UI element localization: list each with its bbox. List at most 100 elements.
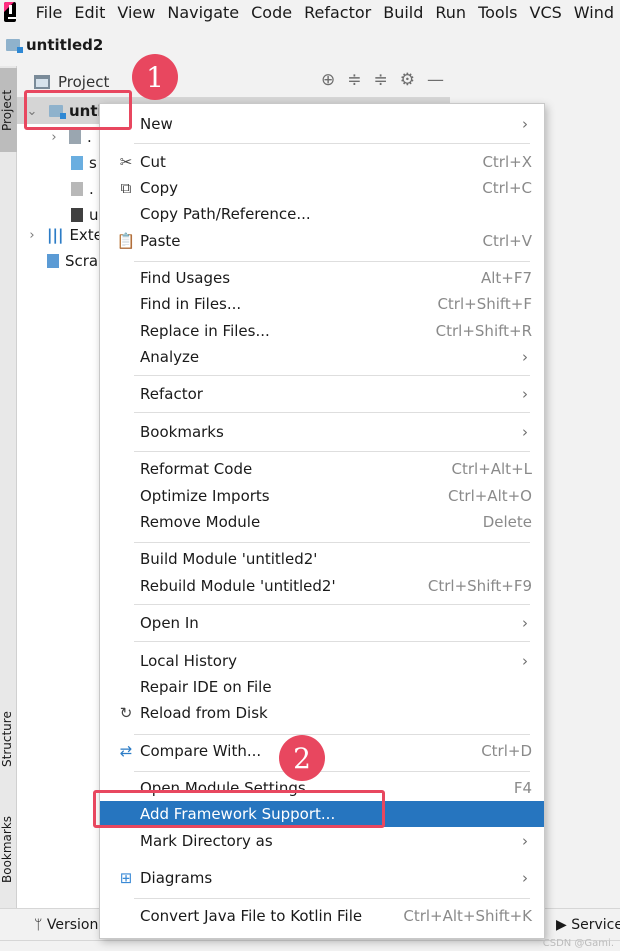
tree-row[interactable]: s — [71, 150, 97, 176]
menu-item-label: Rebuild Module 'untitled2' — [140, 577, 336, 595]
menu-navigate[interactable]: Navigate — [161, 3, 245, 22]
tree-row-external-libraries[interactable]: › ||| Exte — [25, 222, 103, 248]
menu-item-label: Copy — [140, 179, 179, 197]
menu-tools[interactable]: Tools — [472, 3, 523, 22]
iml-file-icon — [71, 208, 83, 222]
menu-build[interactable]: Build — [377, 3, 429, 22]
tree-item-label: s — [89, 154, 97, 172]
menu-item-find-usages[interactable]: Find Usages Alt+F7 — [100, 265, 544, 291]
menu-item-analyze[interactable]: Analyze › — [100, 344, 544, 370]
menu-file[interactable]: File — [30, 3, 69, 22]
gear-icon[interactable]: ⚙ — [400, 70, 415, 90]
menu-item-refactor[interactable]: Refactor › — [100, 381, 544, 407]
menu-item-reformat-code[interactable]: Reformat Code Ctrl+Alt+L — [100, 456, 544, 482]
menu-item-label: Diagrams — [140, 869, 213, 887]
chevron-right-icon: › — [522, 385, 528, 403]
menu-item-local-history[interactable]: Local History › — [100, 648, 544, 674]
menu-item-shortcut: F4 — [513, 779, 532, 797]
menu-refactor[interactable]: Refactor — [298, 3, 377, 22]
status-bar — [0, 940, 620, 951]
annotation-box-2 — [93, 790, 385, 828]
services-tab[interactable]: ▶ Service — [556, 917, 620, 933]
menu-item-new[interactable]: New › — [100, 111, 544, 137]
menu-separator — [134, 143, 530, 144]
tree-row[interactable]: . — [71, 176, 94, 202]
menu-separator — [134, 542, 530, 543]
menu-item-replace-in-files[interactable]: Replace in Files... Ctrl+Shift+R — [100, 318, 544, 344]
scissors-icon: ✂ — [119, 153, 133, 171]
menu-code[interactable]: Code — [245, 3, 298, 22]
menu-view[interactable]: View — [111, 3, 161, 22]
tool-window-project[interactable]: Project — [0, 68, 17, 152]
library-icon: ||| — [47, 226, 64, 244]
menu-separator — [134, 734, 530, 735]
locate-icon[interactable]: ⊕ — [321, 70, 335, 90]
intellij-logo-icon — [4, 2, 16, 22]
menu-item-convert-java-file-to-kotlin-file[interactable]: Convert Java File to Kotlin File Ctrl+Alt… — [100, 903, 544, 929]
menu-item-label: Repair IDE on File — [140, 678, 272, 696]
chevron-right-icon[interactable]: › — [25, 228, 39, 243]
menu-item-bookmarks[interactable]: Bookmarks › — [100, 419, 544, 445]
menu-item-label: Local History — [140, 652, 238, 670]
menu-item-copy[interactable]: ⧉ Copy Ctrl+C — [100, 175, 544, 201]
menu-item-open-in[interactable]: Open In › — [100, 610, 544, 636]
menu-item-paste[interactable]: 📋 Paste Ctrl+V — [100, 228, 544, 254]
menu-item-copy-path-reference[interactable]: Copy Path/Reference... — [100, 201, 544, 227]
collapse-all-icon[interactable]: ≑ — [374, 70, 388, 90]
expand-all-icon[interactable]: ≑ — [347, 70, 361, 90]
menu-item-shortcut: Ctrl+Alt+Shift+K — [403, 907, 532, 925]
minimize-icon[interactable]: — — [427, 70, 444, 90]
ignored-file-icon — [71, 182, 83, 196]
version-control-tab[interactable]: ᛘ Version — [34, 917, 98, 933]
services-icon: ▶ — [556, 917, 572, 933]
tree-item-label: . — [89, 180, 94, 198]
menu-item-label: Open In — [140, 614, 199, 632]
watermark: CSDN @Gami. — [542, 938, 614, 949]
menu-item-mark-directory-as[interactable]: Mark Directory as › — [100, 828, 544, 854]
menu-bar: File Edit View Navigate Code Refactor Bu… — [0, 0, 620, 24]
branch-icon: ᛘ — [34, 917, 47, 933]
menu-item-shortcut: Ctrl+Shift+F — [437, 295, 532, 313]
menu-item-label: Reformat Code — [140, 460, 253, 478]
menu-item-shortcut: Ctrl+Alt+L — [451, 460, 533, 478]
menu-item-shortcut: Ctrl+Shift+R — [435, 322, 532, 340]
chevron-right-icon: › — [522, 423, 528, 441]
menu-item-label: Convert Java File to Kotlin File — [140, 907, 363, 925]
copy-icon: ⧉ — [120, 179, 132, 197]
menu-item-reload-from-disk[interactable]: ↻ Reload from Disk — [100, 700, 544, 726]
tree-row-scratches[interactable]: Scra — [47, 248, 98, 274]
menu-item-shortcut: Ctrl+D — [481, 742, 532, 760]
project-title[interactable]: untitled2 — [26, 36, 103, 54]
menu-item-build-module-untitled2[interactable]: Build Module 'untitled2' — [100, 546, 544, 572]
menu-item-label: Copy Path/Reference... — [140, 205, 311, 223]
menu-run[interactable]: Run — [429, 3, 472, 22]
chevron-right-icon: › — [522, 832, 528, 850]
chevron-right-icon: › — [522, 115, 528, 133]
menu-item-cut[interactable]: ✂ Cut Ctrl+X — [100, 149, 544, 175]
tree-item-label: Scra — [65, 252, 99, 270]
menu-item-diagrams[interactable]: ⊞ Diagrams › — [100, 865, 544, 891]
menu-window[interactable]: Wind — [568, 3, 620, 22]
menu-edit[interactable]: Edit — [68, 3, 111, 22]
menu-item-optimize-imports[interactable]: Optimize Imports Ctrl+Alt+O — [100, 483, 544, 509]
panel-title[interactable]: Project — [58, 73, 109, 91]
clipboard-icon: 📋 — [116, 232, 136, 250]
menu-separator — [134, 771, 530, 772]
menu-item-repair-ide-on-file[interactable]: Repair IDE on File — [100, 674, 544, 700]
folder-icon — [69, 130, 81, 144]
menu-item-remove-module[interactable]: Remove Module Delete — [100, 509, 544, 535]
menu-separator — [134, 641, 530, 642]
tool-window-bookmarks[interactable]: Bookmarks — [0, 802, 17, 897]
chevron-right-icon: › — [522, 614, 528, 632]
menu-vcs[interactable]: VCS — [524, 3, 568, 22]
menu-item-find-in-files[interactable]: Find in Files... Ctrl+Shift+F — [100, 291, 544, 317]
tool-window-structure[interactable]: Structure — [0, 694, 17, 784]
chevron-right-icon[interactable]: › — [47, 130, 61, 145]
menu-item-shortcut: Ctrl+X — [482, 153, 532, 171]
menu-item-label: Remove Module — [140, 513, 261, 531]
menu-item-shortcut: Ctrl+Shift+F9 — [427, 577, 532, 595]
menu-item-label: Mark Directory as — [140, 832, 273, 850]
menu-item-rebuild-module-untitled2[interactable]: Rebuild Module 'untitled2' Ctrl+Shift+F9 — [100, 573, 544, 599]
annotation-badge-1: 1 — [132, 54, 178, 100]
menu-item-shortcut: Ctrl+C — [482, 179, 532, 197]
